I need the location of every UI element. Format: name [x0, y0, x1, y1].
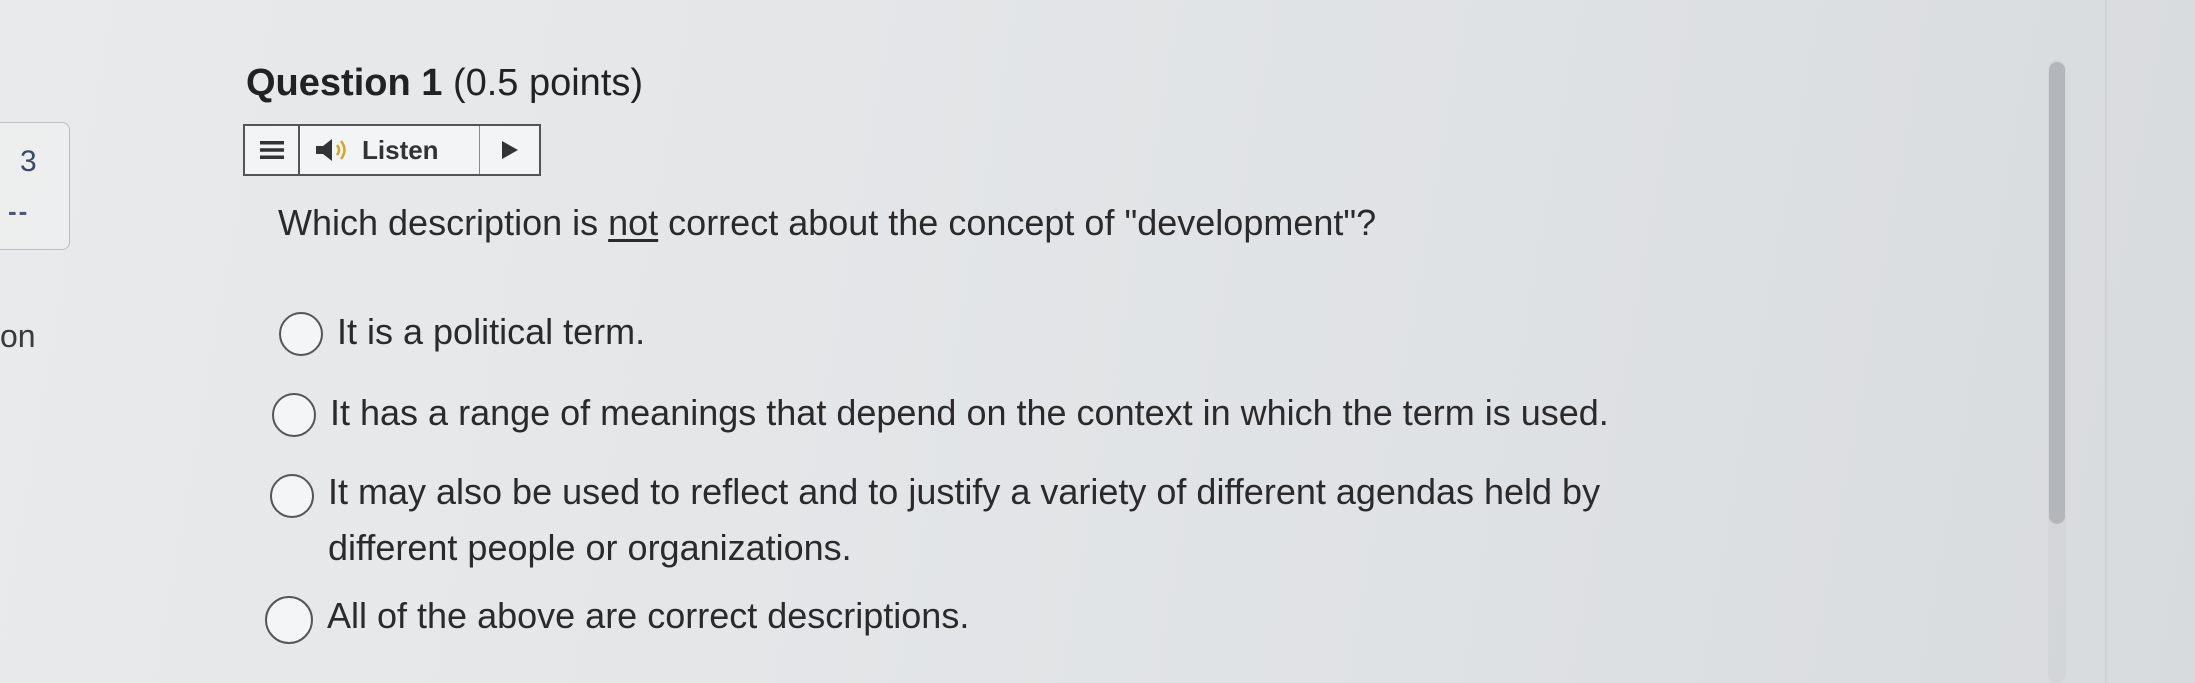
hamburger-menu-icon [259, 141, 284, 159]
play-button[interactable] [480, 126, 539, 174]
question-nav-card[interactable] [0, 122, 70, 250]
listen-label: Listen [362, 134, 439, 165]
question-text-after: correct about the concept of "developmen… [658, 202, 1377, 243]
question-points: (0.5 points) [452, 62, 644, 104]
question-text-before: Which description is [278, 202, 609, 243]
answer-option-text: It has a range of meanings that depend o… [330, 385, 1609, 441]
radio-button[interactable] [265, 596, 313, 644]
question-title: Question 1 [246, 62, 443, 104]
listen-toolbar: Listen [243, 124, 541, 176]
speaker-icon [316, 139, 346, 161]
question-header: Question 1 (0.5 points) [246, 62, 643, 105]
answer-option-2[interactable]: It has a range of meanings that depend o… [272, 392, 1609, 441]
answer-option-4[interactable]: All of the above are correct description… [265, 595, 969, 644]
answer-option-text: It is a political term. [337, 304, 645, 360]
answer-option-text: It may also be used to reflect and to ju… [328, 464, 1600, 576]
answer-option-line: All of the above are correct description… [327, 595, 970, 636]
question-nav-status: -- [8, 196, 30, 226]
answer-option-line: different people or organizations. [328, 527, 852, 568]
scrollbar-thumb[interactable] [2049, 62, 2065, 524]
answer-option-3[interactable]: It may also be used to reflect and to ju… [270, 471, 1600, 576]
question-text: Which description is not correct about t… [278, 202, 1376, 244]
left-partial-text: on [0, 318, 36, 354]
question-nav-number: 3 [20, 145, 37, 178]
radio-button[interactable] [272, 393, 316, 437]
answer-option-text: All of the above are correct description… [327, 588, 969, 644]
listen-menu-button[interactable] [245, 126, 300, 174]
answer-option-line: It is a political term. [337, 311, 646, 352]
listen-button[interactable]: Listen [300, 126, 480, 174]
answer-option-line: It has a range of meanings that depend o… [330, 392, 1609, 433]
answer-option-1[interactable]: It is a political term. [279, 311, 645, 360]
play-icon [501, 141, 518, 159]
panel-divider [2105, 0, 2107, 683]
radio-button[interactable] [279, 312, 323, 356]
answer-option-line: It may also be used to reflect and to ju… [328, 471, 1601, 512]
question-text-emphasis: not [608, 202, 659, 243]
radio-button[interactable] [270, 474, 314, 518]
